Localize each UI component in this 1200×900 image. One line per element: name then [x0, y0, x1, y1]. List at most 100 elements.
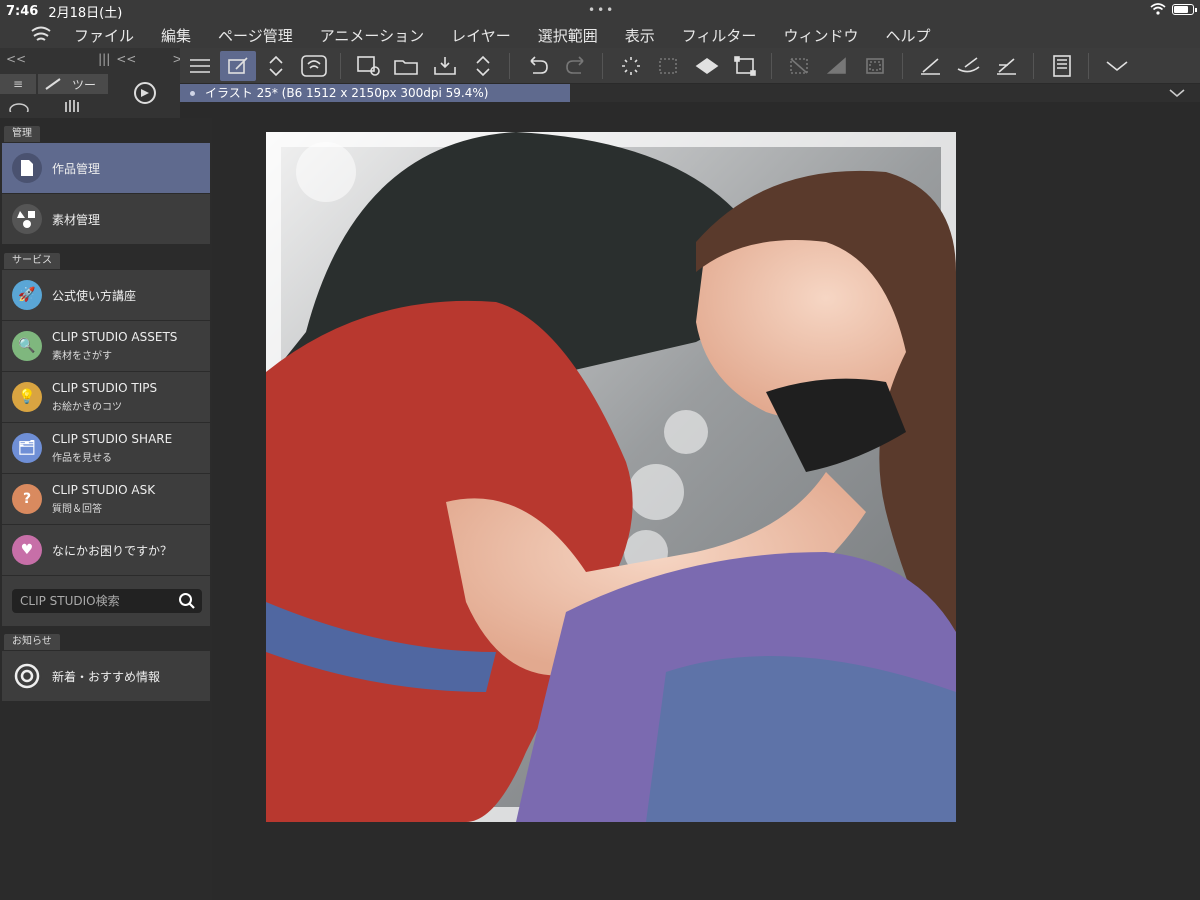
transform-icon[interactable]	[727, 51, 763, 81]
sidebar-item-service[interactable]: 🚀 公式使い方講座	[2, 270, 210, 320]
section-header-manage: 管理	[4, 126, 40, 142]
tool-tabs-row2	[0, 98, 110, 118]
toolbar-separator	[340, 52, 341, 79]
toolbar-separator	[602, 52, 603, 79]
deselect-icon[interactable]	[782, 51, 818, 81]
multitasking-dots-icon[interactable]: •••	[588, 3, 615, 17]
clear-outside-icon[interactable]	[858, 51, 894, 81]
menu-item[interactable]: 編集	[161, 25, 191, 46]
question-icon: ?	[12, 484, 42, 514]
fill-icon[interactable]	[689, 51, 725, 81]
sidebar-item-label: CLIP STUDIO SHARE	[52, 432, 173, 446]
toolbar-separator	[1033, 52, 1034, 79]
reorder-icon[interactable]	[258, 51, 294, 81]
open-folder-icon[interactable]	[389, 51, 425, 81]
menu-item[interactable]: ウィンドウ	[783, 25, 858, 46]
sidebar-item-sublabel: 質問＆回答	[52, 504, 102, 515]
sidebar-item-news[interactable]: 新着・おすすめ情報	[2, 651, 210, 701]
menu-item[interactable]: ページ管理	[218, 25, 293, 46]
tab-tool-label: ツー	[72, 77, 97, 92]
sidebar-item-service[interactable]: 🔍 CLIP STUDIO ASSETS 素材をさがす	[2, 321, 210, 371]
menu-item[interactable]: 選択範囲	[538, 25, 598, 46]
collapse-panel-icon[interactable]: <<	[116, 52, 136, 66]
clip-studio-search-input[interactable]	[20, 594, 170, 608]
loading-spinner-icon[interactable]	[613, 51, 649, 81]
select-all-icon[interactable]	[651, 51, 687, 81]
rocket-icon: 🚀	[12, 280, 42, 310]
lightbulb-icon: 💡	[12, 382, 42, 412]
tool-menu-icon[interactable]: ≡	[0, 74, 36, 94]
save-options-icon[interactable]	[465, 51, 501, 81]
section-header-services: サービス	[4, 253, 60, 269]
status-bar: 7:46 2月18日(土) •••	[0, 0, 1200, 22]
heart-hand-icon: ♥	[12, 535, 42, 565]
status-date: 2月18日(土)	[48, 5, 123, 21]
status-time: 7:46	[6, 3, 39, 19]
tool-tabs: ≡ ツー	[0, 74, 108, 94]
lasso-icon[interactable]	[8, 98, 30, 112]
battery-icon	[1172, 3, 1197, 15]
tab-tool[interactable]: ツー	[38, 74, 108, 94]
menu-item[interactable]: ヘルプ	[885, 25, 930, 46]
search-icon[interactable]	[178, 592, 196, 610]
menu-item[interactable]: フィルター	[682, 25, 757, 46]
undo-icon[interactable]	[520, 51, 556, 81]
sidebar-item-label: 作品管理	[52, 161, 101, 176]
sidebar-item-service[interactable]: ? CLIP STUDIO ASK 質問＆回答	[2, 474, 210, 524]
sidebar-item-materials[interactable]: 素材管理	[2, 194, 210, 244]
menu-item[interactable]: 表示	[625, 25, 655, 46]
share-icon: 🗂	[12, 433, 42, 463]
hamburger-menu-icon[interactable]	[182, 51, 218, 81]
clip-studio-logo-icon[interactable]	[26, 25, 56, 45]
toolbar-separator	[902, 52, 903, 79]
ruler-icon[interactable]	[913, 51, 949, 81]
new-canvas-icon[interactable]	[351, 51, 387, 81]
brush-size-icon[interactable]	[951, 51, 987, 81]
toolbar-expand-icon[interactable]	[1099, 51, 1135, 81]
save-icon[interactable]	[427, 51, 463, 81]
document-icon	[12, 153, 42, 183]
collapse-left-icon[interactable]: <<	[6, 52, 26, 66]
sidebar-item-service[interactable]: 💡 CLIP STUDIO TIPS お絵かきのコツ	[2, 372, 210, 422]
canvas-area[interactable]	[212, 102, 1200, 900]
panel-grip-icon[interactable]: |||	[98, 52, 110, 66]
edit-tool-icon[interactable]	[220, 50, 256, 81]
toolbar-separator	[1088, 52, 1089, 79]
menu-item[interactable]: ファイル	[74, 25, 134, 46]
sidebar-item-label: なにかお困りですか？	[52, 543, 173, 558]
panel-collapse-row: << ||| << >	[0, 48, 182, 70]
invert-selection-icon[interactable]	[820, 51, 856, 81]
chevron-down-icon[interactable]	[1168, 87, 1186, 99]
menu-item[interactable]: アニメーション	[320, 25, 424, 46]
hand-icon[interactable]	[60, 98, 86, 112]
menu-item[interactable]: レイヤー	[451, 25, 511, 46]
materials-icon	[12, 204, 42, 234]
section-header-news: お知らせ	[4, 634, 60, 650]
sidebar-item-service[interactable]: ♥ なにかお困りですか？	[2, 525, 210, 575]
document-tab-title: イラスト 25* (B6 1512 x 2150px 300dpi 59.4%)	[205, 86, 489, 100]
illustration-image	[266, 132, 956, 822]
sidebar-item-label: CLIP STUDIO ASSETS	[52, 330, 178, 344]
clip-studio-sidebar: 管理 作品管理 素材管理 サービス 🚀 公式使い方講座 🔍 CLIP STUDIO A…	[0, 118, 212, 900]
canvas-artwork[interactable]	[266, 132, 956, 822]
sidebar-item-works[interactable]: 作品管理	[2, 143, 210, 193]
layer-panel-icon[interactable]	[1044, 51, 1080, 81]
clip-studio-icon[interactable]	[296, 51, 332, 81]
redo-icon[interactable]	[558, 51, 594, 81]
sidebar-item-service[interactable]: 🗂 CLIP STUDIO SHARE 作品を見せる	[2, 423, 210, 473]
tool-panel-header: << ||| << > ≡ ツー	[0, 48, 182, 118]
perspective-ruler-icon[interactable]	[989, 51, 1025, 81]
search-document-icon: 🔍	[12, 331, 42, 361]
document-tab[interactable]: イラスト 25* (B6 1512 x 2150px 300dpi 59.4%)	[180, 84, 570, 102]
search-container	[2, 576, 210, 626]
toolbar-separator	[771, 52, 772, 79]
command-bar	[180, 48, 1200, 84]
sidebar-item-sublabel: 作品を見せる	[52, 453, 112, 464]
sidebar-item-label: 素材管理	[52, 212, 101, 227]
menu-bar: ファイル 編集 ページ管理 アニメーション レイヤー 選択範囲 表示 フィルター ウィンドウ ヘル…	[0, 22, 1200, 48]
wifi-icon	[1150, 3, 1166, 15]
sidebar-item-sublabel: お絵かきのコツ	[52, 402, 122, 413]
navigator-icon[interactable]	[128, 78, 162, 112]
document-tab-bar: イラスト 25* (B6 1512 x 2150px 300dpi 59.4%)	[180, 84, 1200, 102]
toolbar-separator	[509, 52, 510, 79]
